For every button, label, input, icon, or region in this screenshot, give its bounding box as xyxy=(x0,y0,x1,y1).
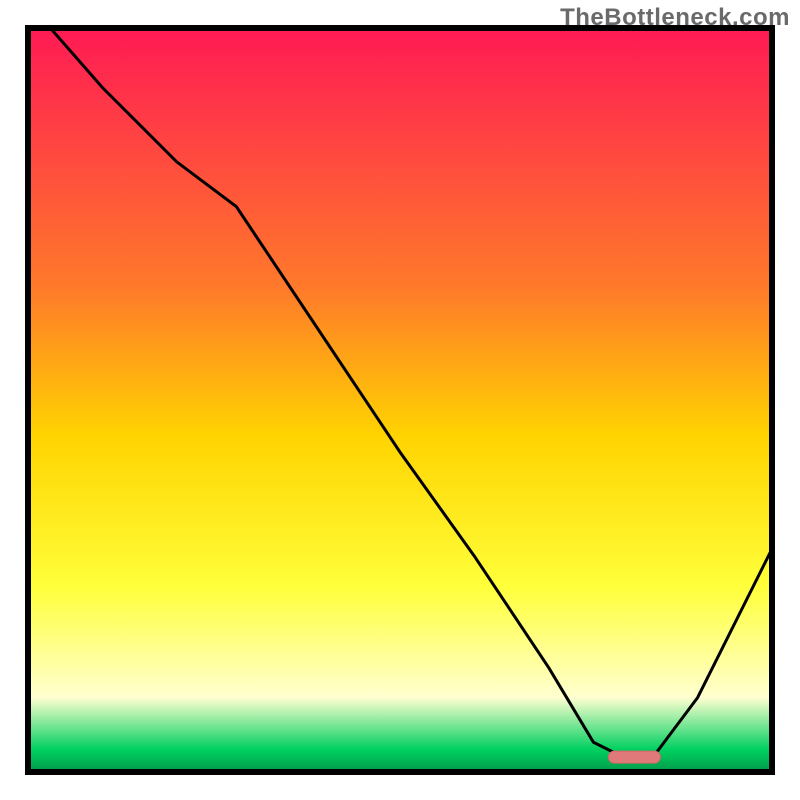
chart-frame: TheBottleneck.com xyxy=(0,0,800,800)
watermark-text: TheBottleneck.com xyxy=(560,4,790,32)
bottleneck-plot xyxy=(0,0,800,800)
plot-background xyxy=(28,28,772,772)
optimum-marker xyxy=(608,751,660,763)
